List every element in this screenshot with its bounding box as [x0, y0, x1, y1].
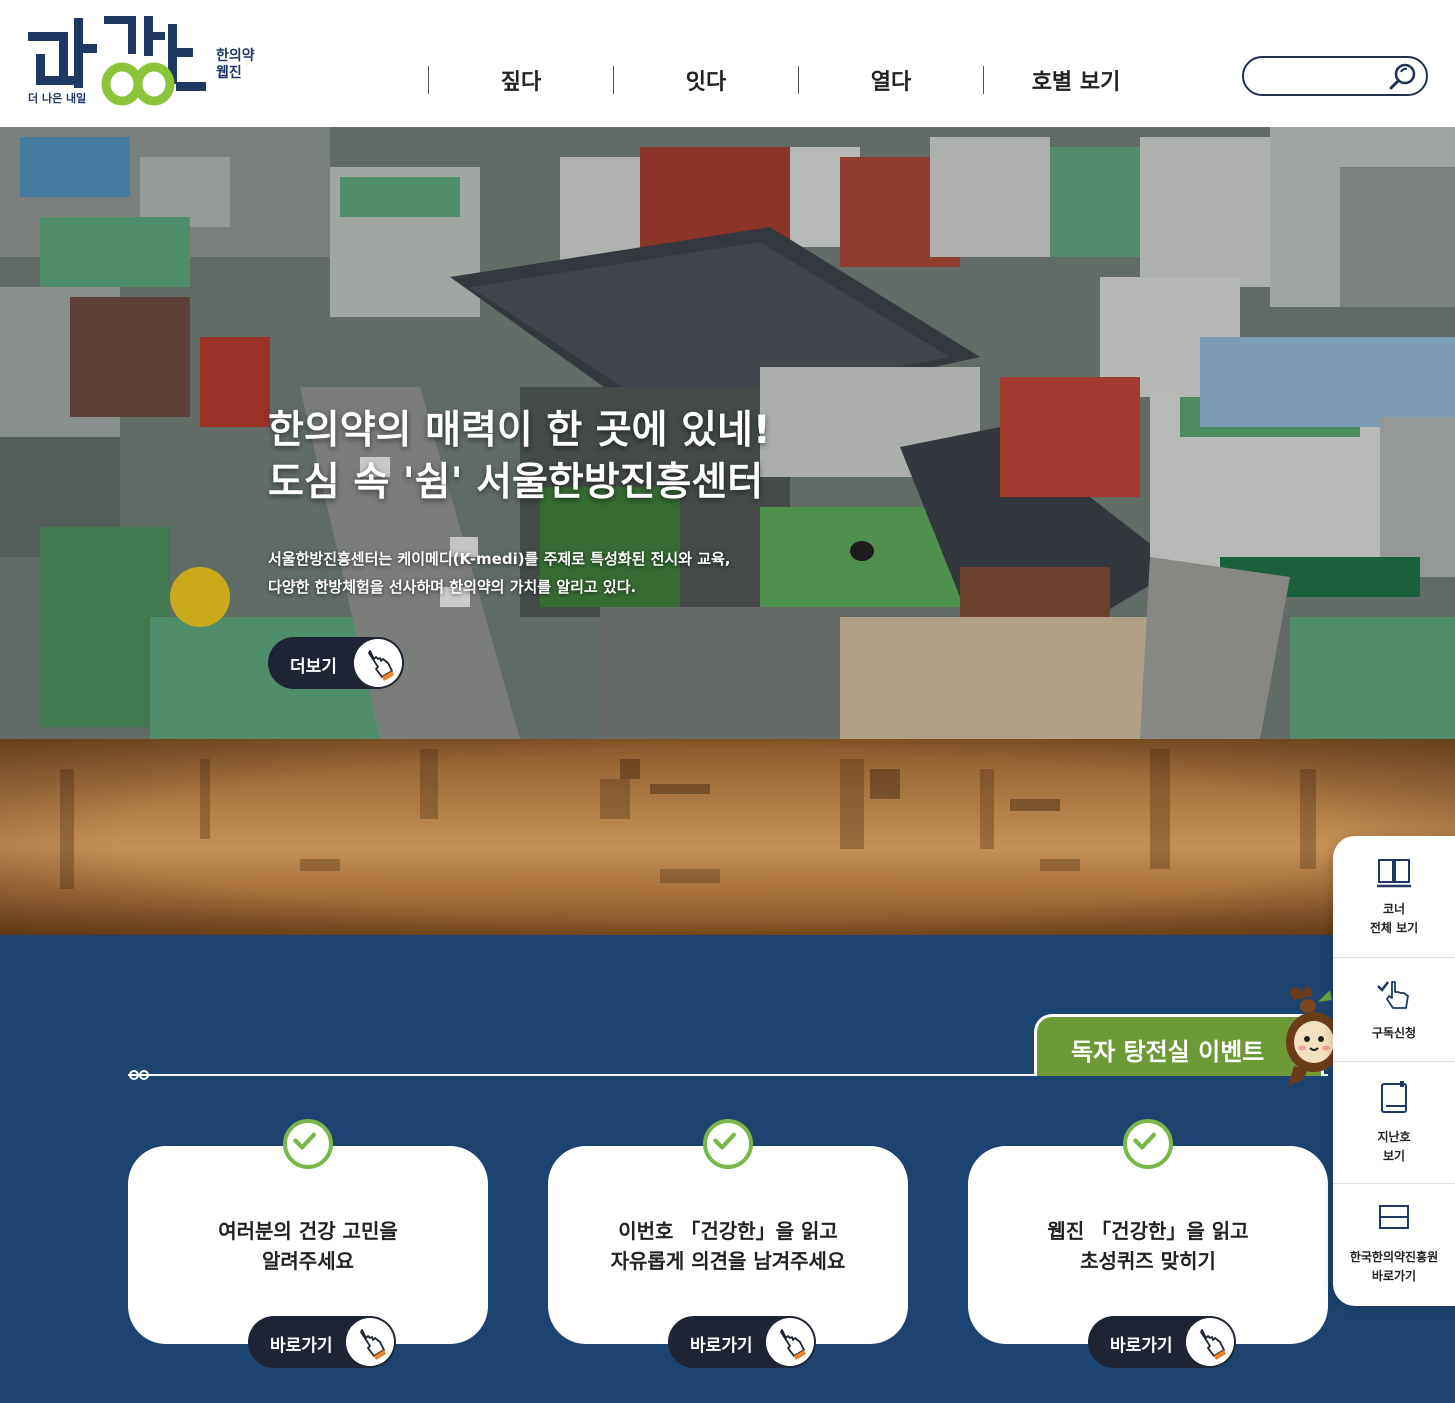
site-logo[interactable]: 한의약 웹진 더 나은 내일 — [26, 14, 266, 114]
pointing-hand-icon — [346, 1318, 394, 1366]
frame-icon — [1379, 1205, 1409, 1229]
card-line1: 여러분의 건강 고민을 — [218, 1219, 398, 1243]
hero-title: 한의약의 매력이 한 곳에 있네! 도심 속 '쉼' 서울한방진흥센터 — [268, 405, 1068, 509]
card-text: 웹진 「건강한」을 읽고 초성퀴즈 맞히기 — [968, 1216, 1328, 1276]
quick-menu-kiom-link[interactable]: 한국한의약진흥원 바로가기 — [1333, 1184, 1455, 1306]
pointing-hand-icon — [1186, 1318, 1234, 1366]
site-header: 한의약 웹진 더 나은 내일 짚다 잇다 열다 호별 보기 — [0, 0, 1455, 127]
nav-item-issues[interactable]: 호별 보기 — [983, 66, 1168, 95]
book-icon — [1381, 1081, 1407, 1113]
hero-title-line1: 한의약의 매력이 한 곳에 있네! — [268, 408, 771, 453]
quick-menu: 코너 전체 보기 구독신청 지난호 보기 한국한의약진흥원 바로가기 — [1333, 836, 1455, 1306]
shortcut-button[interactable]: 바로가기 — [248, 1316, 396, 1368]
shortcut-button-label: 바로가기 — [270, 1336, 333, 1356]
quick-menu-label: 코너 전체 보기 — [1369, 902, 1419, 935]
old-manuscript-image — [0, 739, 1455, 935]
quick-menu-past-issues[interactable]: 지난호 보기 — [1333, 1062, 1455, 1184]
logo-sub-line2: 웹진 — [216, 65, 242, 81]
more-button[interactable]: 더보기 — [268, 637, 404, 689]
hero-description: 서울한방진흥센터는 케이메디(K-medi)를 주제로 특성화된 전시와 교육,… — [268, 545, 888, 601]
hero-banner: 한의약의 매력이 한 곳에 있네! 도심 속 '쉼' 서울한방진흥센터 서울한방… — [0, 127, 1455, 739]
card-line2: 알려주세요 — [262, 1249, 354, 1273]
logo-tagline: 더 나은 내일 — [28, 92, 87, 105]
shortcut-button[interactable]: 바로가기 — [1088, 1316, 1236, 1368]
card-text: 여러분의 건강 고민을 알려주세요 — [128, 1216, 488, 1276]
event-card-feedback: 이번호 「건강한」을 읽고 자유롭게 의견을 남겨주세요 바로가기 — [548, 1119, 908, 1368]
more-button-label: 더보기 — [290, 657, 337, 677]
logo-sub-line1: 한의약 — [216, 48, 255, 64]
card-line2: 자유롭게 의견을 남겨주세요 — [610, 1249, 846, 1273]
book-open-icon — [1377, 859, 1411, 888]
quick-menu-subscribe[interactable]: 구독신청 — [1333, 958, 1455, 1062]
search-input[interactable] — [1258, 64, 1382, 88]
card-line2: 초성퀴즈 맞히기 — [1080, 1249, 1216, 1273]
nav-item-yeolda[interactable]: 열다 — [798, 66, 983, 95]
quick-menu-all-corners[interactable]: 코너 전체 보기 — [1333, 836, 1455, 958]
card-line1: 이번호 「건강한」을 읽고 — [618, 1219, 838, 1243]
shortcut-button-label: 바로가기 — [1110, 1336, 1173, 1356]
event-tab-label: 독자 탕전실 이벤트 — [1071, 1038, 1265, 1066]
quick-menu-label: 한국한의약진흥원 바로가기 — [1349, 1250, 1439, 1283]
card-text: 이번호 「건강한」을 읽고 자유롭게 의견을 남겨주세요 — [548, 1216, 908, 1276]
check-icon — [283, 1119, 333, 1169]
shortcut-button[interactable]: 바로가기 — [668, 1316, 816, 1368]
nav-item-itda[interactable]: 잇다 — [613, 66, 798, 95]
quick-menu-label: 지난호 보기 — [1377, 1130, 1411, 1163]
check-icon — [703, 1119, 753, 1169]
parchment-banner — [0, 739, 1455, 935]
check-icon — [1123, 1119, 1173, 1169]
hero-title-line2: 도심 속 '쉼' 서울한방진흥센터 — [268, 460, 764, 505]
hero-desc-line1: 서울한방진흥센터는 케이메디(K-medi)를 주제로 특성화된 전시와 교육, — [268, 550, 731, 568]
search-icon[interactable] — [1388, 62, 1418, 90]
event-card-quiz: 웹진 「건강한」을 읽고 초성퀴즈 맞히기 바로가기 — [968, 1119, 1328, 1368]
pointing-hand-icon — [766, 1318, 814, 1366]
shortcut-button-label: 바로가기 — [690, 1336, 753, 1356]
event-card-health-concern: 여러분의 건강 고민을 알려주세요 바로가기 — [128, 1119, 488, 1368]
quick-menu-label: 구독신청 — [1371, 1026, 1417, 1040]
hero-desc-line2: 다양한 한방체험을 선사하며 한의약의 가치를 알리고 있다. — [268, 578, 637, 596]
pointing-hand-icon — [354, 639, 402, 687]
hand-check-icon — [1377, 981, 1409, 1009]
nav-item-jipda[interactable]: 짚다 — [428, 66, 613, 95]
card-line1: 웹진 「건강한」을 읽고 — [1047, 1219, 1249, 1243]
logo-subtitle: 한의약 웹진 — [216, 48, 255, 82]
main-nav: 짚다 잇다 열다 호별 보기 — [428, 66, 1168, 95]
search-box — [1242, 56, 1428, 96]
